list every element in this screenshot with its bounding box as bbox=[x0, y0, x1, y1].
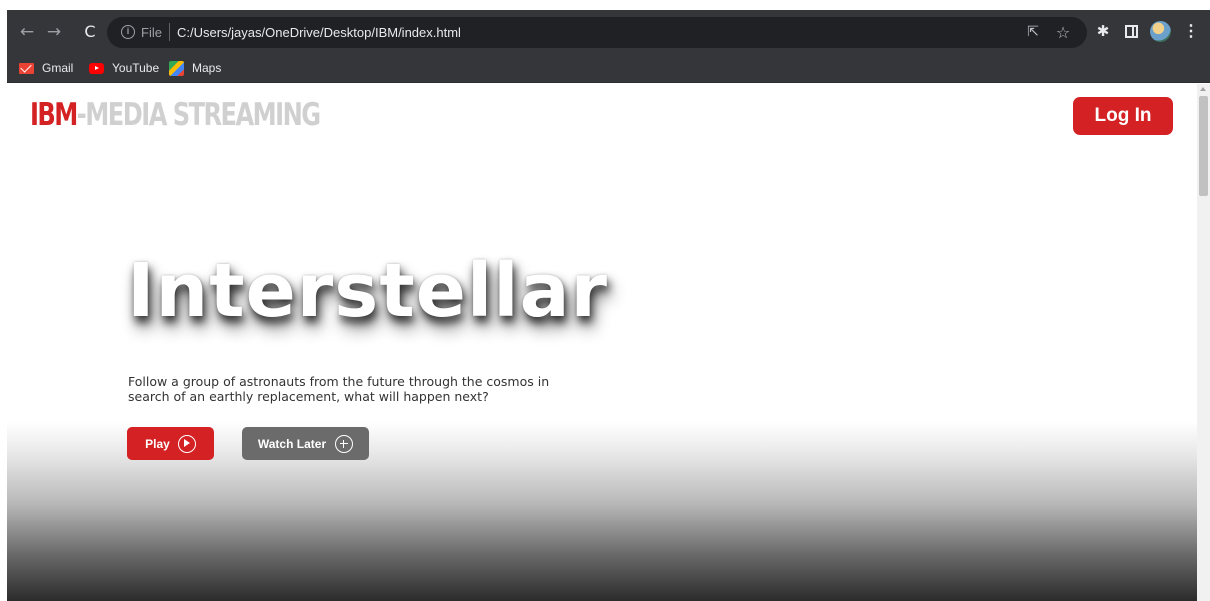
profile-avatar[interactable] bbox=[1150, 21, 1171, 42]
play-circle-icon bbox=[177, 434, 196, 453]
bookmark-label: Maps bbox=[192, 61, 222, 75]
bookmark-star-icon[interactable]: ☆ bbox=[1054, 23, 1072, 42]
maps-icon bbox=[169, 60, 184, 76]
browser-toolbar: ← → C i File C:/Users/jayas/OneDrive/Des… bbox=[7, 10, 1210, 53]
logo-brand: IBM bbox=[30, 97, 78, 133]
side-panel-icon[interactable] bbox=[1125, 25, 1138, 38]
page-scrollbar[interactable] bbox=[1197, 84, 1210, 601]
url-text[interactable]: C:/Users/jayas/OneDrive/Desktop/IBM/inde… bbox=[177, 25, 461, 40]
info-icon[interactable]: i bbox=[121, 25, 135, 39]
login-button[interactable]: Log In bbox=[1073, 97, 1173, 135]
bookmark-gmail[interactable]: Gmail bbox=[19, 60, 73, 76]
site-logo[interactable]: IBM-MEDIA STREAMING bbox=[30, 97, 321, 133]
url-scheme-label: File bbox=[141, 25, 162, 40]
youtube-icon bbox=[89, 62, 104, 74]
bookmark-youtube[interactable]: YouTube bbox=[89, 60, 159, 76]
address-bar[interactable]: i File C:/Users/jayas/OneDrive/Desktop/I… bbox=[107, 17, 1087, 48]
logo-subtitle: -MEDIA STREAMING bbox=[76, 97, 321, 133]
gmail-icon bbox=[19, 62, 34, 74]
hero-description: Follow a group of astronauts from the fu… bbox=[128, 374, 550, 404]
play-button-label: Play bbox=[145, 436, 170, 451]
share-icon[interactable]: ⇱ bbox=[1024, 24, 1042, 42]
reload-icon[interactable]: C bbox=[80, 22, 100, 42]
extensions-puzzle-icon[interactable]: ✱ bbox=[1095, 23, 1111, 39]
scroll-up-arrow-icon[interactable] bbox=[1200, 87, 1206, 91]
bookmark-maps[interactable]: Maps bbox=[169, 60, 221, 76]
bookmarks-bar: Gmail YouTube Maps bbox=[7, 53, 1210, 83]
plus-circle-icon bbox=[335, 434, 354, 453]
scroll-thumb[interactable] bbox=[1199, 96, 1208, 196]
hero-title: Interstellar bbox=[127, 248, 609, 334]
play-button[interactable]: Play bbox=[127, 427, 214, 460]
bookmark-label: YouTube bbox=[112, 61, 160, 75]
url-separator bbox=[169, 23, 170, 41]
watch-later-button[interactable]: Watch Later bbox=[242, 427, 369, 460]
back-arrow-icon[interactable]: ← bbox=[17, 22, 37, 42]
forward-arrow-icon[interactable]: → bbox=[44, 22, 64, 42]
page-viewport: IBM-MEDIA STREAMING Log In Interstellar … bbox=[7, 84, 1197, 601]
menu-kebab-icon[interactable]: ⋮ bbox=[1183, 22, 1199, 42]
browser-window: ← → C i File C:/Users/jayas/OneDrive/Des… bbox=[7, 10, 1210, 601]
bookmark-label: Gmail bbox=[42, 61, 74, 75]
watch-later-label: Watch Later bbox=[257, 436, 327, 451]
